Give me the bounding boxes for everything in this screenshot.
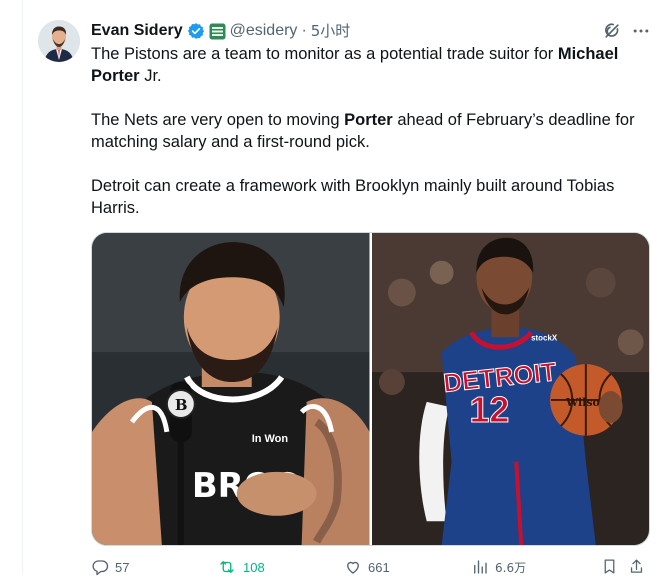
- retweet-icon: [220, 561, 234, 573]
- share-button[interactable]: [628, 558, 645, 575]
- grok-icon[interactable]: [601, 20, 623, 42]
- share-icon: [630, 559, 643, 573]
- views-icon: [474, 560, 487, 574]
- tweet[interactable]: Evan Sidery @esidery · 5小时 The Pistons a…: [0, 0, 660, 576]
- affiliate-badge-icon[interactable]: [209, 23, 226, 40]
- media-grid: BROO In Won B: [91, 232, 650, 546]
- tweet-paragraph-3: Detroit can create a framework with Broo…: [91, 177, 615, 217]
- retweet-button[interactable]: 108: [217, 558, 265, 576]
- avatar[interactable]: [38, 20, 80, 62]
- verified-badge-icon[interactable]: [187, 22, 205, 40]
- reply-button[interactable]: 57: [91, 558, 129, 576]
- retweet-count: 108: [243, 559, 265, 575]
- reply-count: 57: [115, 559, 130, 575]
- like-count: 661: [368, 559, 390, 575]
- tweet-paragraph-1: The Pistons are a team to monitor as a p…: [91, 45, 619, 85]
- tweet-paragraph-2: The Nets are very open to moving Porter …: [91, 111, 635, 151]
- bookmark-button[interactable]: [601, 558, 618, 575]
- right-jersey-sponsor: stockX: [531, 333, 558, 342]
- bold-name: Porter: [344, 111, 393, 129]
- reply-icon: [92, 560, 109, 576]
- tweet-timestamp[interactable]: 5小时: [311, 21, 351, 41]
- like-button[interactable]: 661: [344, 558, 390, 576]
- separator-dot: ·: [301, 22, 307, 39]
- author-handle[interactable]: @esidery: [230, 21, 298, 41]
- tweet-header: Evan Sidery @esidery · 5小时: [91, 20, 350, 42]
- heart-icon: [347, 561, 359, 574]
- action-bar: 57 108 661 6.6万: [91, 558, 651, 578]
- author-display-name[interactable]: Evan Sidery: [91, 21, 183, 41]
- photo-right[interactable]: stockX DETROIT 12 Wilson: [371, 233, 649, 545]
- left-jersey-sponsor: In Won: [252, 433, 289, 445]
- photo-left[interactable]: BROO In Won B: [92, 233, 370, 545]
- left-mic-letter: B: [175, 396, 188, 414]
- views-count: 6.6万: [495, 560, 527, 575]
- more-options-icon[interactable]: [630, 20, 652, 42]
- tweet-text: The Pistons are a team to monitor as a p…: [91, 43, 641, 241]
- right-jersey-number: 12: [469, 390, 509, 430]
- bookmark-icon: [604, 559, 615, 574]
- views-button[interactable]: 6.6万: [471, 558, 526, 576]
